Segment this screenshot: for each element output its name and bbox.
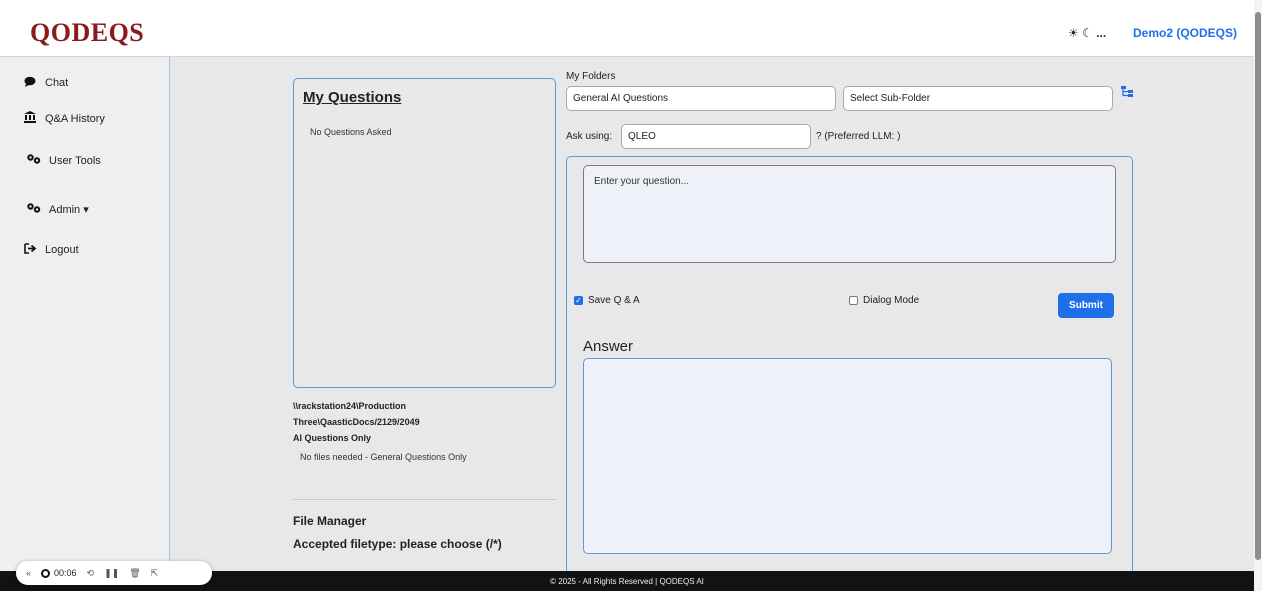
sidebar-item-label: Q&A History: [45, 112, 105, 125]
trash-icon[interactable]: 🗑: [129, 568, 140, 579]
folder-path-line: Three\QaasticDocs/2129/2049: [293, 417, 420, 427]
sidebar-item-chat[interactable]: Chat: [22, 76, 68, 90]
accepted-filetype-text: Accepted filetype: please choose (/*): [293, 537, 502, 551]
dialog-mode-checkbox[interactable]: Dialog Mode: [849, 295, 919, 306]
sidebar-item-logout[interactable]: Logout: [22, 243, 79, 257]
page-scrollbar[interactable]: [1254, 0, 1262, 591]
user-menu-link[interactable]: Demo2 (QODEQS): [1133, 26, 1237, 40]
file-manager-title: File Manager: [293, 514, 367, 528]
llm-select[interactable]: QLEO: [621, 124, 811, 149]
submit-button[interactable]: Submit: [1058, 293, 1114, 318]
pointer-icon[interactable]: ⇱: [151, 568, 159, 579]
preferred-llm-text: ? (Preferred LLM: ): [816, 131, 901, 142]
sidebar-item-label: Admin ▾: [49, 204, 89, 216]
pause-icon[interactable]: ❚❚: [104, 568, 119, 579]
subfolder-select-value: Select Sub-Folder: [850, 93, 931, 104]
folder-select-value: General AI Questions: [573, 93, 669, 104]
folder-scope-label: AI Questions Only: [293, 433, 372, 443]
subfolder-select[interactable]: Select Sub-Folder: [843, 86, 1113, 111]
recording-timer: 00:06: [41, 568, 77, 578]
save-qa-label: Save Q & A: [588, 295, 640, 306]
bank-icon: [22, 111, 38, 126]
recording-time: 00:06: [54, 568, 77, 578]
sidebar-item-user-tools[interactable]: User Tools: [26, 153, 101, 168]
my-questions-title: My Questions: [303, 89, 402, 106]
my-folders-label: My Folders: [566, 71, 616, 82]
theme-toggle[interactable]: ☀ ☾ ...: [1068, 26, 1106, 40]
folder-select[interactable]: General AI Questions: [566, 86, 836, 111]
no-questions-text: No Questions Asked: [310, 127, 392, 137]
checkbox-unchecked-icon[interactable]: [849, 296, 858, 305]
footer-copyright: © 2025 - All Rights Reserved | QODEQS AI: [550, 576, 704, 586]
folder-path-line: \\rackstation24\Production: [293, 401, 407, 411]
gears-icon: [26, 153, 42, 168]
collapse-icon[interactable]: «: [26, 568, 31, 578]
answer-output[interactable]: [583, 358, 1112, 554]
chat-bubble-icon: [22, 76, 38, 90]
top-bar: QODEQS ☀ ☾ ... Demo2 (QODEQS): [0, 0, 1254, 57]
restart-icon[interactable]: ⟲: [87, 568, 95, 579]
sidebar: Chat Q&A History User Tools Admin ▾ Logo…: [0, 57, 170, 571]
screen-recorder-widget: « 00:06 ⟲ ❚❚ 🗑 ⇱: [16, 561, 212, 585]
question-input[interactable]: Enter your question...: [583, 165, 1116, 263]
ask-using-label: Ask using:: [566, 131, 613, 142]
save-qa-checkbox[interactable]: ✓ Save Q & A: [574, 295, 640, 306]
question-input-placeholder: Enter your question...: [594, 176, 690, 187]
llm-select-value: QLEO: [628, 131, 656, 142]
my-questions-panel: My Questions No Questions Asked: [293, 78, 556, 388]
no-files-text: No files needed - General Questions Only: [300, 452, 467, 462]
checkbox-checked-icon[interactable]: ✓: [574, 296, 583, 305]
scrollbar-thumb[interactable]: [1255, 12, 1261, 560]
dialog-mode-label: Dialog Mode: [863, 295, 920, 306]
sidebar-item-label: Chat: [45, 77, 69, 89]
folder-path: \\rackstation24\Production Three\Qaastic…: [293, 398, 493, 446]
folder-tree-icon[interactable]: [1121, 86, 1133, 100]
sidebar-item-admin[interactable]: Admin ▾: [26, 202, 89, 217]
logo[interactable]: QODEQS: [30, 18, 144, 48]
sidebar-item-qa-history[interactable]: Q&A History: [22, 111, 105, 126]
divider: [293, 499, 556, 500]
record-icon[interactable]: [41, 568, 51, 578]
gears-icon: [26, 202, 42, 217]
answer-title: Answer: [583, 338, 634, 355]
logout-icon: [22, 243, 38, 257]
sidebar-item-label: Logout: [45, 244, 79, 256]
sidebar-item-label: User Tools: [49, 154, 101, 167]
